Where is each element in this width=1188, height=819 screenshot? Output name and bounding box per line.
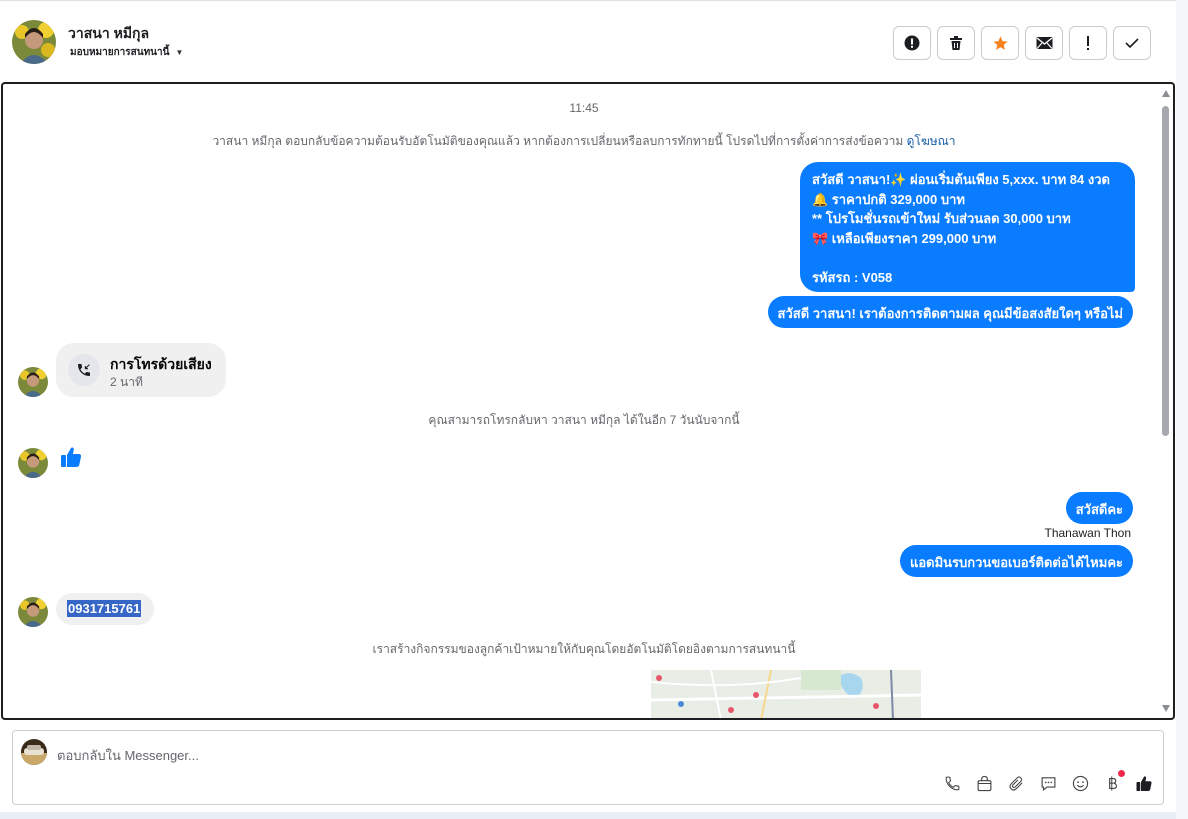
composer-toolbar [943, 770, 1153, 792]
exclamation-icon [1087, 36, 1089, 50]
trash-icon [950, 36, 962, 50]
reply-composer[interactable]: ตอบกลับใน Messenger... [12, 730, 1164, 805]
done-button[interactable] [1113, 26, 1151, 60]
incoming-call-icon [68, 354, 100, 386]
promo-line: สวัสดี วาสนา!✨ ผ่อนเริ่มต้นเพียง 5,xxx. … [812, 172, 1110, 187]
promo-line: 🎀 เหลือเพียงราคา 299,000 บาท [812, 230, 997, 246]
call-duration: 2 นาที [110, 375, 143, 389]
contact-avatar[interactable] [12, 20, 56, 64]
contact-name[interactable]: วาสนา หมีกุล [68, 23, 149, 45]
conversation-header: วาสนา หมีกุล มอบหมายการสนทนานี้ ▼ [0, 0, 1176, 84]
paperclip-icon[interactable] [1007, 774, 1025, 792]
envelope-icon [1036, 37, 1052, 49]
follow-up-button[interactable] [1069, 26, 1107, 60]
caret-down-icon: ▼ [175, 48, 184, 57]
bottom-edge [0, 812, 1176, 819]
location-map-preview[interactable] [651, 670, 921, 718]
assign-label: มอบหมายการสนทนานี้ [70, 47, 170, 58]
mark-unread-button[interactable] [1025, 26, 1063, 60]
followup-message[interactable]: สวัสดี วาสนา! เราต้องการติดตามผล คุณมีข้… [767, 296, 1133, 328]
sender-name: Thanawan Thon [1044, 526, 1131, 540]
spam-button[interactable] [893, 26, 931, 60]
delete-button[interactable] [937, 26, 975, 60]
star-button[interactable] [981, 26, 1019, 60]
header-actions [893, 26, 1151, 60]
check-icon [1125, 38, 1139, 49]
timestamp: 11:45 [569, 101, 599, 115]
page-avatar [21, 739, 47, 765]
contact-avatar-small [18, 597, 48, 627]
assign-conversation-dropdown[interactable]: มอบหมายการสนทนานี้ ▼ [70, 45, 183, 60]
promo-line [812, 248, 1123, 268]
activity-notice: เราสร้างกิจกรรมของลูกค้าเป้าหมายให้กับคุ… [372, 642, 796, 656]
message-thread[interactable]: 11:45 วาสนา หมีกุล ตอบกลับข้อความต้อนรับ… [1, 82, 1175, 720]
like-sticker-icon[interactable] [59, 445, 83, 474]
shopping-bag-icon[interactable] [975, 774, 993, 792]
contact-avatar-small [18, 448, 48, 478]
emoji-icon[interactable] [1071, 774, 1089, 792]
view-ad-link[interactable]: ดูโฆษณา [907, 134, 956, 148]
conversation-panel: วาสนา หมีกุล มอบหมายการสนทนานี้ ▼ 11:45 … [0, 0, 1176, 819]
auto-reply-text: วาสนา หมีกุล ตอบกลับข้อความต้อนรับอัตโนม… [212, 134, 904, 148]
callback-notice: คุณสามารถโทรกลับหา วาสนา หมีกุล ได้ในอีก… [428, 413, 740, 427]
thread-scrollbar[interactable] [1161, 88, 1171, 716]
phone-icon[interactable] [943, 774, 961, 792]
thumbs-up-icon[interactable] [1135, 774, 1153, 792]
promo-line: ** โปรโมชั่นรถเข้าใหม่ รับส่วนลด 30,000 … [812, 211, 1071, 226]
star-icon [992, 35, 1008, 50]
notification-dot [1118, 770, 1125, 777]
request-number-message[interactable]: แอดมินรบกวนขอเบอร์ติดต่อได้ไหมคะ [899, 545, 1133, 577]
phone-number-message[interactable]: 0931715761 [56, 593, 154, 625]
contact-avatar-small [18, 367, 48, 397]
voice-call-card[interactable]: การโทรด้วยเสียง 2 นาที [56, 343, 226, 397]
promo-message[interactable]: สวัสดี วาสนา!✨ ผ่อนเริ่มต้นเพียง 5,xxx. … [800, 162, 1135, 292]
window-edge [1176, 0, 1188, 819]
alert-circle-icon [904, 35, 920, 51]
reply-input[interactable]: ตอบกลับใน Messenger... [57, 745, 199, 766]
promo-line: รหัสรถ : V058 [812, 269, 893, 285]
saved-reply-icon[interactable] [1039, 774, 1057, 792]
promo-line: 🔔 ราคาปกติ 329,000 บาท [812, 191, 965, 207]
phone-number-text[interactable]: 0931715761 [67, 600, 142, 617]
auto-reply-notice: วาสนา หมีกุล ตอบกลับข้อความต้อนรับอัตโนม… [3, 132, 1165, 151]
scroll-down-arrow[interactable] [1162, 705, 1170, 712]
greeting-message[interactable]: สวัสดีคะ [1065, 492, 1133, 524]
scroll-thumb[interactable] [1162, 106, 1169, 436]
scroll-up-arrow[interactable] [1162, 90, 1170, 97]
baht-icon[interactable] [1103, 770, 1125, 792]
